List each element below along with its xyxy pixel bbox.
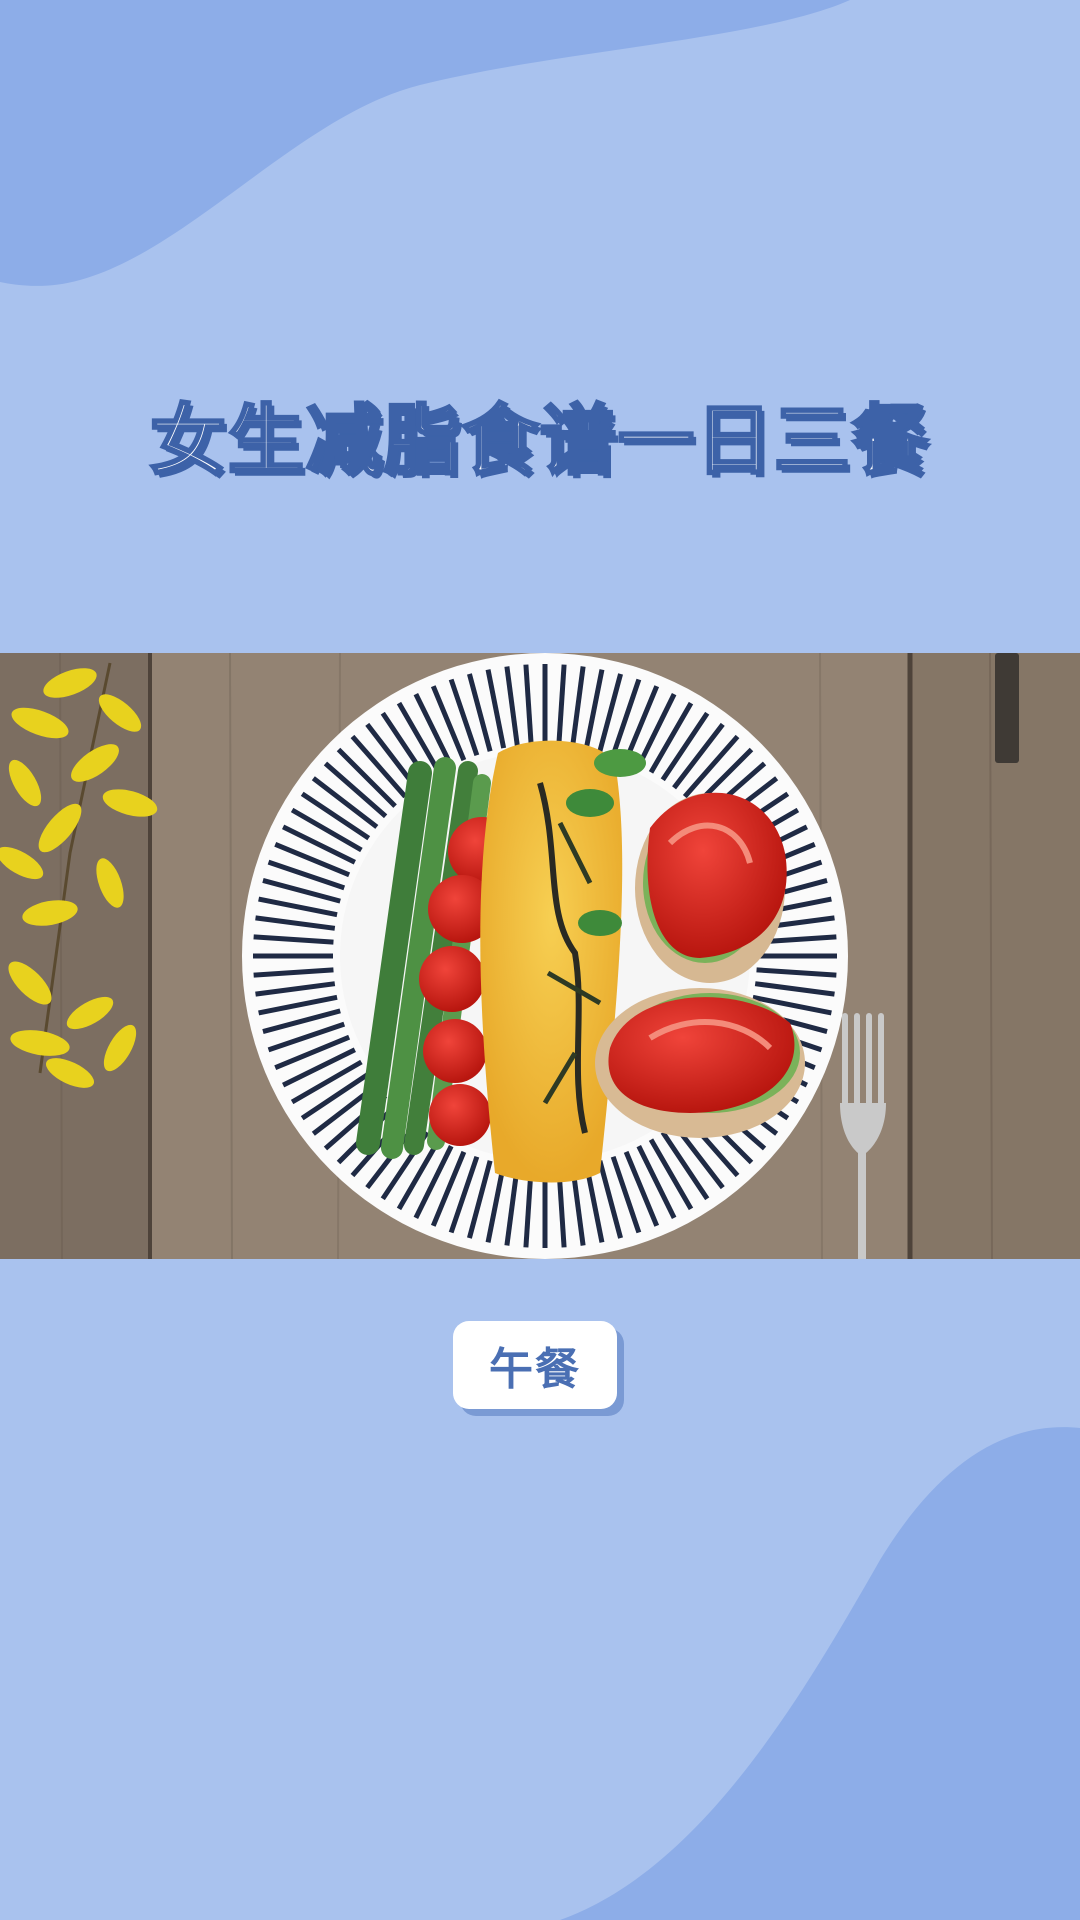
bottom-right-wave	[560, 1427, 1080, 1920]
top-left-wave	[0, 0, 850, 286]
page-title: 女生减脂食谱一日三餐	[149, 394, 930, 486]
meal-label-badge: 午餐	[453, 1321, 617, 1409]
title-container: 女生减脂食谱一日三餐	[0, 394, 1080, 486]
food-photo	[0, 653, 1080, 1259]
